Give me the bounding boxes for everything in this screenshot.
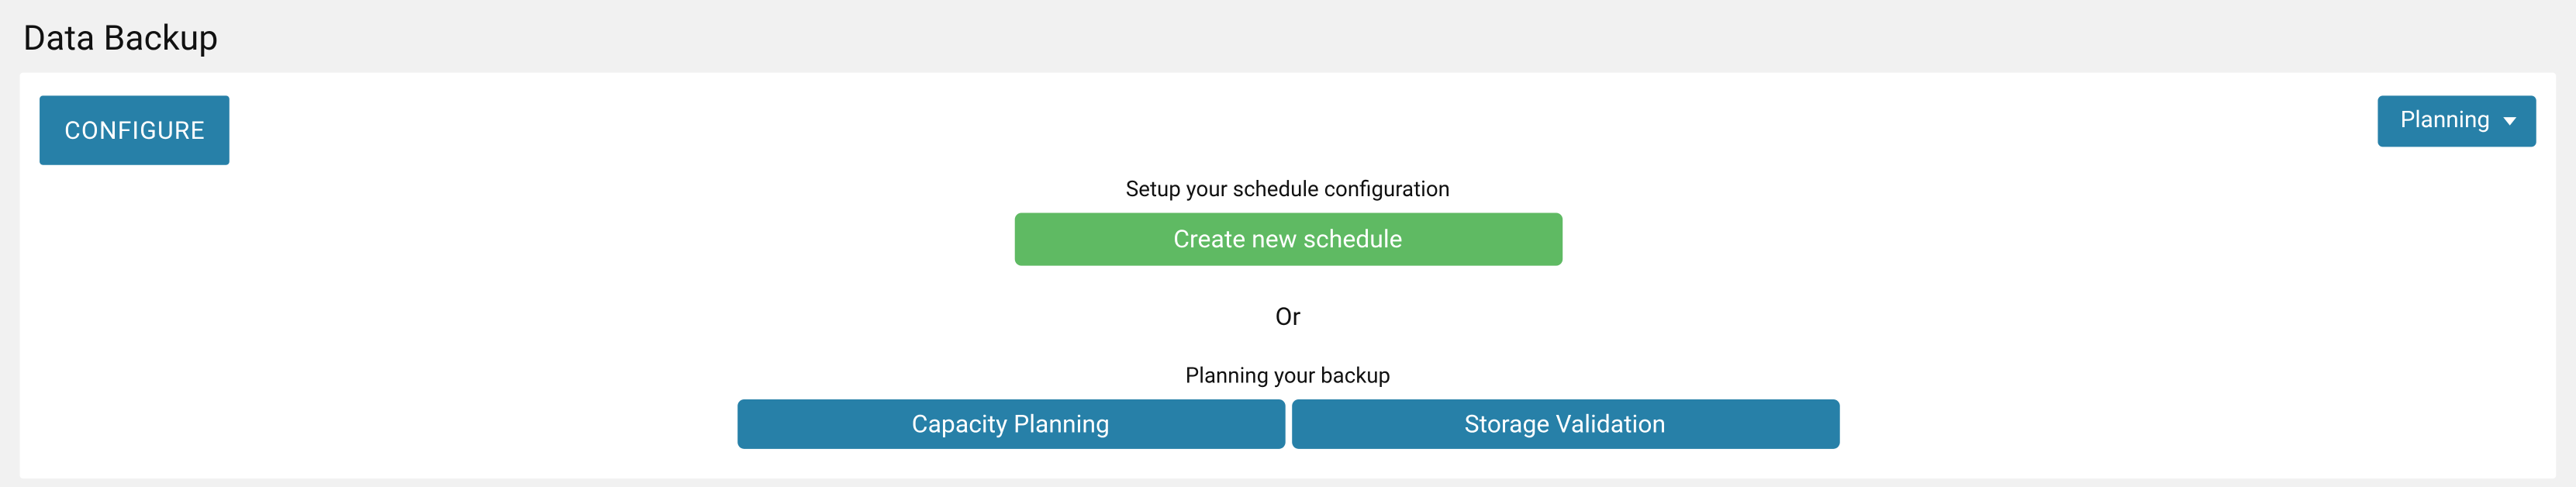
- page-title: Data Backup: [0, 0, 2576, 73]
- create-schedule-button-label: Create new schedule: [1173, 224, 1402, 254]
- main-panel: CONFIGURE Planning Setup your schedule c…: [20, 73, 2557, 478]
- configure-button-label: CONFIGURE: [64, 116, 205, 145]
- configure-button[interactable]: CONFIGURE: [40, 95, 230, 164]
- capacity-planning-button[interactable]: Capacity Planning: [737, 399, 1284, 449]
- or-separator: Or: [40, 302, 2536, 331]
- setup-helper-text: Setup your schedule configuration: [40, 178, 2536, 203]
- planning-button-row: Capacity Planning Storage Validation: [40, 399, 2536, 449]
- create-schedule-button[interactable]: Create new schedule: [1014, 213, 1562, 266]
- storage-validation-button[interactable]: Storage Validation: [1291, 399, 1839, 449]
- planning-helper-text: Planning your backup: [40, 364, 2536, 389]
- caret-down-icon: [2503, 117, 2516, 126]
- center-content: Setup your schedule configuration Create…: [40, 178, 2536, 449]
- capacity-planning-button-label: Capacity Planning: [912, 409, 1110, 439]
- top-toolbar: CONFIGURE Planning: [40, 95, 2536, 164]
- storage-validation-button-label: Storage Validation: [1465, 409, 1666, 439]
- planning-dropdown[interactable]: Planning: [2377, 95, 2536, 147]
- planning-dropdown-label: Planning: [2401, 107, 2491, 135]
